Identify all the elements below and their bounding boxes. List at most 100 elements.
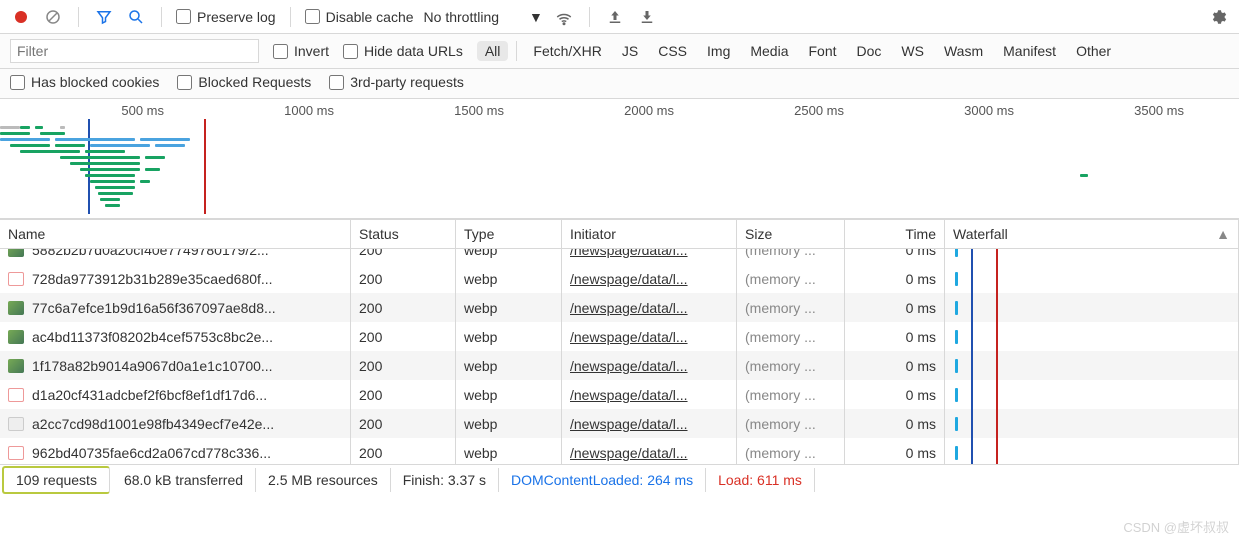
table-row[interactable]: 962bd40735fae6cd2a067cd778c336...200webp…	[0, 438, 1239, 464]
type-chip-doc[interactable]: Doc	[849, 41, 890, 61]
waterfall-tick	[955, 417, 958, 431]
clear-button[interactable]	[42, 6, 64, 28]
request-type: webp	[456, 409, 562, 438]
request-name: d1a20cf431adcbef2f6bcf8ef1df17d6...	[32, 387, 267, 403]
col-status[interactable]: Status	[351, 220, 456, 248]
file-icon	[8, 417, 24, 431]
timeline-bar	[85, 150, 125, 153]
waterfall-tick	[955, 301, 958, 315]
request-size: (memory ...	[737, 293, 845, 322]
requests-table-body[interactable]: 5882b2b7d0a20cf40e7749780179/2...200webp…	[0, 249, 1239, 464]
type-chip-fetch-xhr[interactable]: Fetch/XHR	[525, 41, 609, 61]
request-status: 200	[351, 380, 456, 409]
request-time: 0 ms	[845, 409, 945, 438]
file-icon	[8, 330, 24, 344]
third-party-checkbox[interactable]: 3rd-party requests	[329, 74, 464, 90]
type-chip-other[interactable]: Other	[1068, 41, 1119, 61]
timeline-tick: 3500 ms	[1020, 103, 1190, 118]
dcl-line	[971, 438, 973, 464]
hide-data-urls-checkbox[interactable]: Hide data URLs	[343, 43, 463, 59]
request-time: 0 ms	[845, 438, 945, 464]
col-initiator[interactable]: Initiator	[562, 220, 737, 248]
record-button[interactable]	[10, 6, 32, 28]
preserve-log-checkbox[interactable]: Preserve log	[176, 9, 276, 25]
type-chip-css[interactable]: CSS	[650, 41, 695, 61]
request-initiator[interactable]: /newspage/data/l...	[562, 322, 737, 351]
filter-icon[interactable]	[93, 6, 115, 28]
type-chip-all[interactable]: All	[477, 41, 509, 61]
throttling-dropdown[interactable]: No throttling ▼	[424, 9, 543, 25]
blocked-requests-checkbox[interactable]: Blocked Requests	[177, 74, 311, 90]
search-icon[interactable]	[125, 6, 147, 28]
table-row[interactable]: d1a20cf431adcbef2f6bcf8ef1df17d6...200we…	[0, 380, 1239, 409]
timeline-bar	[95, 186, 135, 189]
dcl-line	[971, 380, 973, 409]
disable-cache-checkbox[interactable]: Disable cache	[305, 9, 414, 25]
file-icon	[8, 359, 24, 373]
request-status: 200	[351, 322, 456, 351]
download-icon[interactable]	[636, 6, 658, 28]
table-row[interactable]: 728da9773912b31b289e35caed680f...200webp…	[0, 264, 1239, 293]
request-name: 728da9773912b31b289e35caed680f...	[32, 271, 273, 287]
col-time[interactable]: Time	[845, 220, 945, 248]
table-row[interactable]: 77c6a7efce1b9d16a56f367097ae8d8...200web…	[0, 293, 1239, 322]
type-chip-js[interactable]: JS	[614, 41, 646, 61]
type-chip-media[interactable]: Media	[742, 41, 796, 61]
type-chip-manifest[interactable]: Manifest	[995, 41, 1064, 61]
table-row[interactable]: 1f178a82b9014a9067d0a1e1c10700...200webp…	[0, 351, 1239, 380]
timeline-overview[interactable]: 500 ms1000 ms1500 ms2000 ms2500 ms3000 m…	[0, 99, 1239, 219]
status-transferred: 68.0 kB transferred	[112, 468, 256, 492]
col-name[interactable]: Name	[0, 220, 351, 248]
settings-icon[interactable]	[1207, 6, 1229, 28]
dcl-line	[971, 264, 973, 293]
timeline-bar	[140, 138, 190, 141]
status-resources: 2.5 MB resources	[256, 468, 391, 492]
request-initiator[interactable]: /newspage/data/l...	[562, 249, 737, 264]
col-waterfall[interactable]: Waterfall ▲	[945, 220, 1239, 248]
request-initiator[interactable]: /newspage/data/l...	[562, 293, 737, 322]
request-waterfall	[945, 249, 1239, 264]
network-conditions-icon[interactable]	[553, 6, 575, 28]
dcl-line	[971, 249, 973, 264]
request-name: 1f178a82b9014a9067d0a1e1c10700...	[32, 358, 273, 374]
request-waterfall	[945, 264, 1239, 293]
request-initiator[interactable]: /newspage/data/l...	[562, 438, 737, 464]
type-chip-ws[interactable]: WS	[893, 41, 932, 61]
dcl-line	[971, 293, 973, 322]
timeline-bar	[20, 150, 80, 153]
col-type[interactable]: Type	[456, 220, 562, 248]
timeline-bar	[55, 144, 85, 147]
type-chip-img[interactable]: Img	[699, 41, 738, 61]
timeline-tick: 1000 ms	[170, 103, 340, 118]
request-status: 200	[351, 293, 456, 322]
request-time: 0 ms	[845, 249, 945, 264]
table-row[interactable]: a2cc7cd98d1001e98fb4349ecf7e42e...200web…	[0, 409, 1239, 438]
request-initiator[interactable]: /newspage/data/l...	[562, 409, 737, 438]
type-chip-wasm[interactable]: Wasm	[936, 41, 991, 61]
request-initiator[interactable]: /newspage/data/l...	[562, 264, 737, 293]
status-dcl: DOMContentLoaded: 264 ms	[499, 468, 706, 492]
load-line	[996, 438, 998, 464]
divider	[589, 7, 590, 27]
table-row[interactable]: ac4bd11373f08202b4cef5753c8bc2e...200web…	[0, 322, 1239, 351]
request-initiator[interactable]: /newspage/data/l...	[562, 351, 737, 380]
timeline-bar	[40, 132, 65, 135]
request-status: 200	[351, 438, 456, 464]
request-waterfall	[945, 351, 1239, 380]
table-row[interactable]: 5882b2b7d0a20cf40e7749780179/2...200webp…	[0, 249, 1239, 264]
invert-checkbox[interactable]: Invert	[273, 43, 329, 59]
has-blocked-cookies-checkbox[interactable]: Has blocked cookies	[10, 74, 159, 90]
request-time: 0 ms	[845, 264, 945, 293]
timeline-bar	[35, 126, 43, 129]
filter-input[interactable]	[10, 39, 259, 63]
resource-type-filters: All Fetch/XHRJSCSSImgMediaFontDocWSWasmMa…	[477, 41, 1119, 61]
timeline-bar	[0, 126, 20, 129]
col-size[interactable]: Size	[737, 220, 845, 248]
status-requests: 109 requests	[2, 466, 110, 494]
request-type: webp	[456, 249, 562, 264]
status-finish: Finish: 3.37 s	[391, 468, 499, 492]
type-chip-font[interactable]: Font	[801, 41, 845, 61]
timeline-bar	[70, 162, 140, 165]
upload-icon[interactable]	[604, 6, 626, 28]
request-initiator[interactable]: /newspage/data/l...	[562, 380, 737, 409]
